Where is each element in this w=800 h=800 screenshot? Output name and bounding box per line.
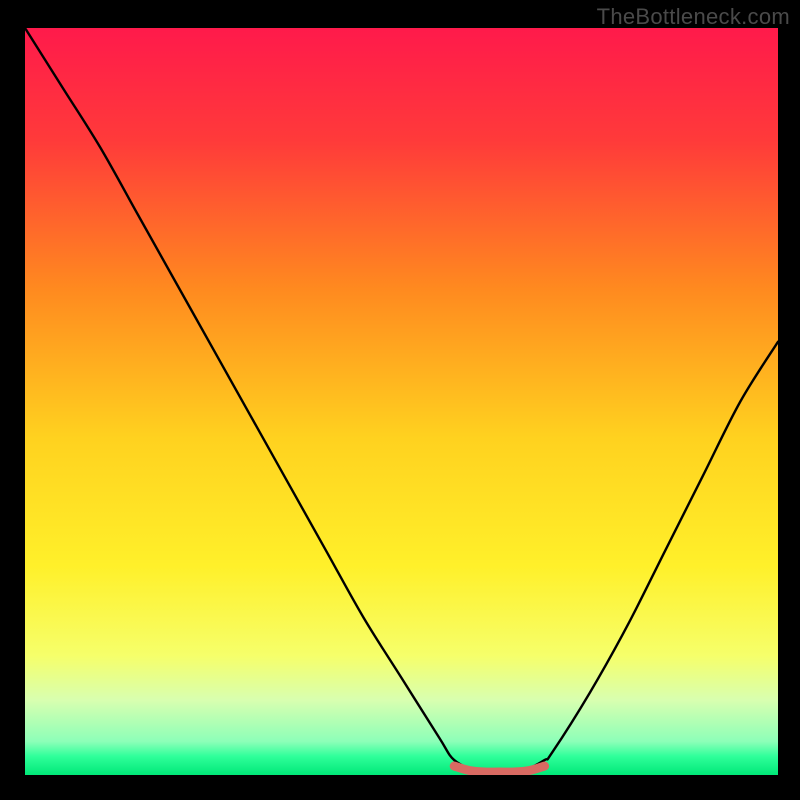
watermark-text: TheBottleneck.com [597, 4, 790, 30]
plot-background [25, 28, 778, 775]
bottleneck-chart [0, 0, 800, 800]
chart-frame: TheBottleneck.com [0, 0, 800, 800]
